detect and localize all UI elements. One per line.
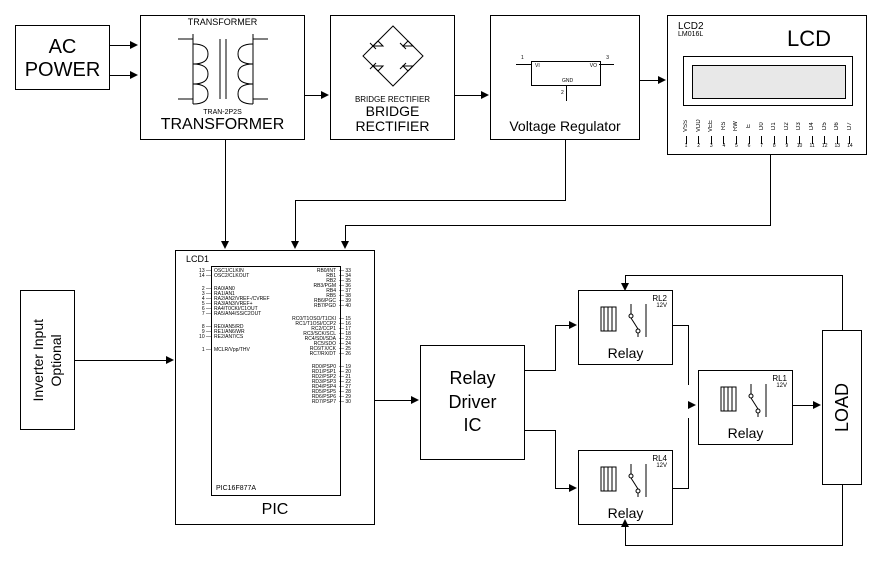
- load-label: LOAD: [832, 383, 853, 432]
- ac-power-text1: AC: [16, 36, 109, 59]
- inverter-block: Inverter Input Optional: [20, 290, 75, 430]
- relay-driver-line1: Relay: [449, 367, 495, 390]
- transformer-label: TRANSFORMER: [141, 116, 304, 134]
- relay1-label: Relay: [579, 345, 672, 361]
- lcd-pin: D29: [784, 116, 790, 149]
- transformer-icon: [173, 29, 273, 109]
- relay-driver-block: Relay Driver IC: [420, 345, 525, 460]
- vr-vi: VI: [535, 64, 540, 69]
- bridge-rectifier-block: BRIDGE RECTIFIER BRIDGE RECTIFIER: [330, 15, 455, 140]
- relay2-label: Relay: [699, 425, 792, 441]
- lcd-pin: E6: [746, 116, 752, 149]
- relay-driver-line2: Driver: [449, 391, 497, 414]
- voltage-regulator-block: VI VO GND 1 3 2 Voltage Regulator: [490, 15, 640, 140]
- relay1-ref: RL2: [652, 294, 667, 303]
- vr-p1: 1: [521, 56, 524, 61]
- transformer-part: TRAN-2P2S: [141, 109, 304, 116]
- relay3-ref: RL4: [652, 454, 667, 463]
- ac-power-block: AC POWER: [15, 25, 110, 90]
- vr-vo: VO: [590, 64, 597, 69]
- lcd-pin: RS4: [721, 116, 727, 149]
- bridge-rectifier-icon: [348, 21, 438, 91]
- relay3-block: RL4 12V Relay: [578, 450, 673, 525]
- lcd-pin: RW5: [733, 116, 739, 149]
- pic-part: PIC16F877A: [216, 485, 256, 492]
- lcd-pin: D411: [809, 116, 815, 149]
- lcd-pin: D07: [759, 116, 765, 149]
- pic-pin-num: — 30: [339, 400, 371, 405]
- lcd-pin: D310: [796, 116, 802, 149]
- relay1-block: RL2 12V Relay: [578, 290, 673, 365]
- lcd-title: LCD: [787, 26, 831, 52]
- relay2-ref: RL1: [772, 374, 787, 383]
- lcd-pin: VEE3: [708, 116, 714, 149]
- lcd-block: LCD2 LM016L LCD VSS1VDD2VEE3RS4RW5E6D07D…: [667, 15, 867, 155]
- relay-icon: [716, 379, 776, 419]
- vr-p2: 2: [561, 91, 564, 96]
- relay-icon: [596, 299, 656, 339]
- bridge-line1: BRIDGE: [331, 104, 454, 119]
- lcd-pin: D512: [822, 116, 828, 149]
- pic-label: PIC: [176, 501, 374, 519]
- lcd-pins: VSS1 VDD2 VEE3 RS4 RW5 E6 D07 D18 D29 D310 D411 D51…: [683, 116, 853, 149]
- vr-p3: 3: [606, 56, 609, 61]
- lcd-pin: VDD2: [696, 116, 702, 149]
- lcd-pin: D613: [834, 116, 840, 149]
- bridge-line2: RECTIFIER: [331, 119, 454, 134]
- lcd-pin: VSS1: [683, 116, 689, 149]
- pic-pin-num: 1 —: [179, 348, 211, 353]
- load-block: LOAD: [822, 330, 862, 485]
- relay2-block: RL1 12V Relay: [698, 370, 793, 445]
- relay2-volt: 12V: [776, 383, 787, 389]
- relay1-volt: 12V: [656, 303, 667, 309]
- pic-block: LCD1 13 —14 —2 —3 —4 —5 —6 —7 —8 —9 —10 …: [175, 250, 375, 525]
- lcd-part: LM016L: [678, 31, 703, 38]
- inverter-line2: Optional: [49, 334, 65, 386]
- lcd-pin: D18: [771, 116, 777, 149]
- inverter-line1: Inverter Input: [30, 319, 46, 402]
- pic-ref: LCD1: [186, 254, 209, 264]
- relay-icon: [596, 459, 656, 499]
- vr-gnd: GND: [562, 79, 573, 84]
- transformer-block: TRANSFORMER TRAN-2P2S TRANSFORMER: [140, 15, 305, 140]
- pic-pin-label: RD7/PSP7: [256, 400, 336, 405]
- transformer-top: TRANSFORMER: [141, 18, 304, 27]
- relay-driver-line3: IC: [464, 414, 482, 437]
- relay3-volt: 12V: [656, 463, 667, 469]
- ac-power-text2: POWER: [16, 59, 109, 82]
- vr-label: Voltage Regulator: [491, 118, 639, 134]
- lcd-pin: D714: [847, 116, 853, 149]
